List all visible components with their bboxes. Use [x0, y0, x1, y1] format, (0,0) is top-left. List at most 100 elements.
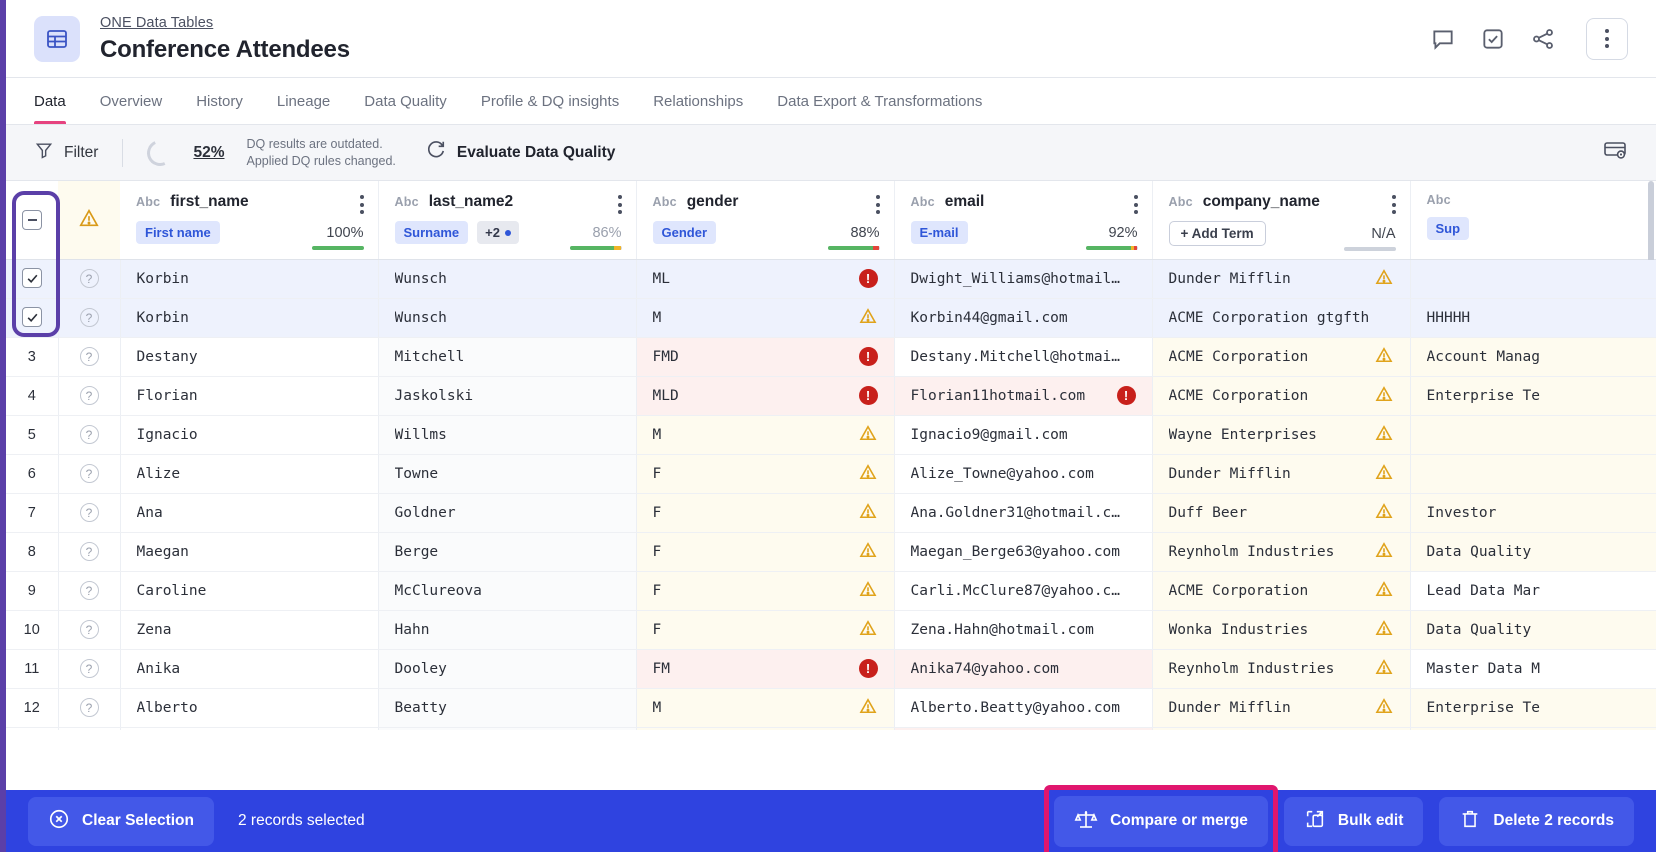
row-number-cell[interactable]: 7 [6, 493, 58, 532]
table-cell[interactable]: Hahn [378, 610, 636, 649]
row-number-cell[interactable]: 6 [6, 454, 58, 493]
breadcrumb[interactable]: ONE Data Tables [100, 15, 213, 31]
table-cell[interactable]: Korbin [120, 298, 378, 337]
row-checkbox[interactable] [22, 307, 42, 327]
table-cell[interactable]: Wonka Industries [1152, 610, 1410, 649]
table-cell[interactable]: ACME Corporation gtgfth [1152, 298, 1410, 337]
bulk-edit-button[interactable]: Bulk edit [1284, 797, 1423, 846]
tab-lineage[interactable]: Lineage [277, 78, 330, 124]
column-header-last_name2[interactable]: Abc last_name2 Surname+2 86% [378, 181, 636, 259]
table-cell[interactable]: Towne [378, 454, 636, 493]
table-cell[interactable]: F [636, 610, 894, 649]
table-cell[interactable]: Jaskolski [378, 376, 636, 415]
table-cell[interactable]: M [636, 298, 894, 337]
table-cell[interactable]: HHHHH [1410, 298, 1656, 337]
table-cell[interactable]: Reynholm Industries [1152, 649, 1410, 688]
row-number-cell[interactable]: 5 [6, 415, 58, 454]
table-cell[interactable]: Ana [120, 493, 378, 532]
table-cell[interactable]: ML ! [636, 259, 894, 298]
delete-records-button[interactable]: Delete 2 records [1439, 797, 1634, 846]
term-chip[interactable]: Surname [395, 221, 469, 244]
table-cell[interactable] [1410, 259, 1656, 298]
table-cell[interactable] [1410, 454, 1656, 493]
tab-data-quality[interactable]: Data Quality [364, 78, 447, 124]
table-cell[interactable]: Maegan [120, 532, 378, 571]
table-cell[interactable]: F [636, 532, 894, 571]
table-row[interactable]: 11 ? Anika Dooley FM [6, 649, 1656, 688]
table-cell[interactable]: Zena [120, 610, 378, 649]
column-menu-icon[interactable] [360, 195, 364, 214]
table-cell[interactable]: Dwight_Williams@hotmail… [894, 259, 1152, 298]
table-cell[interactable]: Caroline [120, 571, 378, 610]
dq-score[interactable]: 52% [147, 140, 224, 166]
table-row[interactable]: ? Korbin Wunsch M [6, 298, 1656, 337]
table-row[interactable]: 4 ? Florian Jaskolski MLD [6, 376, 1656, 415]
table-cell[interactable]: Data Quality [1410, 610, 1656, 649]
row-number-cell[interactable]: 12 [6, 688, 58, 727]
table-cell[interactable]: Duff Beer [1152, 727, 1410, 730]
table-cell[interactable]: Duff Beer [1152, 493, 1410, 532]
select-all-header[interactable] [6, 181, 58, 259]
table-cell[interactable] [1410, 415, 1656, 454]
table-cell[interactable]: Dunder Mifflin [1152, 688, 1410, 727]
table-cell[interactable]: Account Manag [1410, 337, 1656, 376]
data-grid[interactable]: Abc first_name First name 100% Abc last_… [6, 181, 1656, 730]
table-cell[interactable]: Korbin44@gmail.com [894, 298, 1152, 337]
table-cell[interactable]: MLD ! [636, 376, 894, 415]
table-cell[interactable]: Anika74@yahoo.com [894, 649, 1152, 688]
table-cell[interactable]: Data Quality [1410, 532, 1656, 571]
table-cell[interactable]: Enterprise Te [1410, 376, 1656, 415]
tab-profile-dq-insights[interactable]: Profile & DQ insights [481, 78, 619, 124]
table-cell[interactable]: Dooley [378, 649, 636, 688]
row-select-cell[interactable] [6, 259, 58, 298]
table-cell[interactable]: FMD ! [636, 337, 894, 376]
row-number-cell[interactable]: 10 [6, 610, 58, 649]
table-cell[interactable]: Investor [1410, 727, 1656, 730]
more-options-icon[interactable] [1586, 18, 1628, 60]
table-cell[interactable]: Destany.Mitchell@hotmai… [894, 337, 1152, 376]
row-number-cell[interactable]: 9 [6, 571, 58, 610]
table-row[interactable]: 3 ? Destany Mitchell FMD [6, 337, 1656, 376]
table-cell[interactable]: Maegan_Berge63@yahoo.com [894, 532, 1152, 571]
more-terms-chip[interactable]: +2 [477, 221, 519, 244]
table-cell[interactable]: ACME Corporation [1152, 571, 1410, 610]
table-cell[interactable]: ! [894, 727, 1152, 730]
table-cell[interactable]: Willms [378, 415, 636, 454]
table-cell[interactable]: Zena.Hahn@hotmail.com [894, 610, 1152, 649]
row-number-cell[interactable]: 11 [6, 649, 58, 688]
column-header-first_name[interactable]: Abc first_name First name 100% [120, 181, 378, 259]
term-chip[interactable]: E-mail [911, 221, 968, 244]
column-header-gender[interactable]: Abc gender Gender 88% [636, 181, 894, 259]
table-cell[interactable]: Wunsch [378, 259, 636, 298]
table-cell[interactable]: F [636, 493, 894, 532]
table-cell[interactable]: ACME Corporation [1152, 376, 1410, 415]
table-cell[interactable]: Master Data M [1410, 649, 1656, 688]
table-cell[interactable]: Wunsch [378, 298, 636, 337]
evaluate-data-quality-button[interactable]: Evaluate Data Quality [424, 139, 616, 166]
table-cell[interactable]: M [636, 688, 894, 727]
select-all-checkbox[interactable] [22, 210, 42, 230]
table-cell[interactable]: Wayne Enterprises [1152, 415, 1410, 454]
row-number-cell[interactable]: 4 [6, 376, 58, 415]
table-cell[interactable]: Florian [120, 376, 378, 415]
table-row[interactable]: 7 ? Ana Goldner F [6, 493, 1656, 532]
table-row[interactable]: 6 ? Alize Towne F [6, 454, 1656, 493]
table-row[interactable]: 13 ? Charley Trantow M [6, 727, 1656, 730]
table-cell[interactable]: Goldner [378, 493, 636, 532]
table-cell[interactable]: Dunder Mifflin [1152, 259, 1410, 298]
table-cell[interactable]: Charley [120, 727, 378, 730]
table-cell[interactable]: Dunder Mifflin [1152, 454, 1410, 493]
term-chip[interactable]: Sup [1427, 217, 1470, 240]
tab-relationships[interactable]: Relationships [653, 78, 743, 124]
column-header-company_name[interactable]: Abc company_name + Add Term N/A [1152, 181, 1410, 259]
dq-percent[interactable]: 52% [193, 144, 224, 162]
table-cell[interactable]: Korbin [120, 259, 378, 298]
column-header-email[interactable]: Abc email E-mail 92% [894, 181, 1152, 259]
clear-selection-button[interactable]: Clear Selection [28, 797, 214, 846]
row-select-cell[interactable] [6, 298, 58, 337]
table-cell[interactable]: Reynholm Industries [1152, 532, 1410, 571]
table-cell[interactable]: Enterprise Te [1410, 688, 1656, 727]
table-cell[interactable]: ACME Corporation [1152, 337, 1410, 376]
table-cell[interactable]: McClureova [378, 571, 636, 610]
comment-icon[interactable] [1430, 26, 1456, 52]
